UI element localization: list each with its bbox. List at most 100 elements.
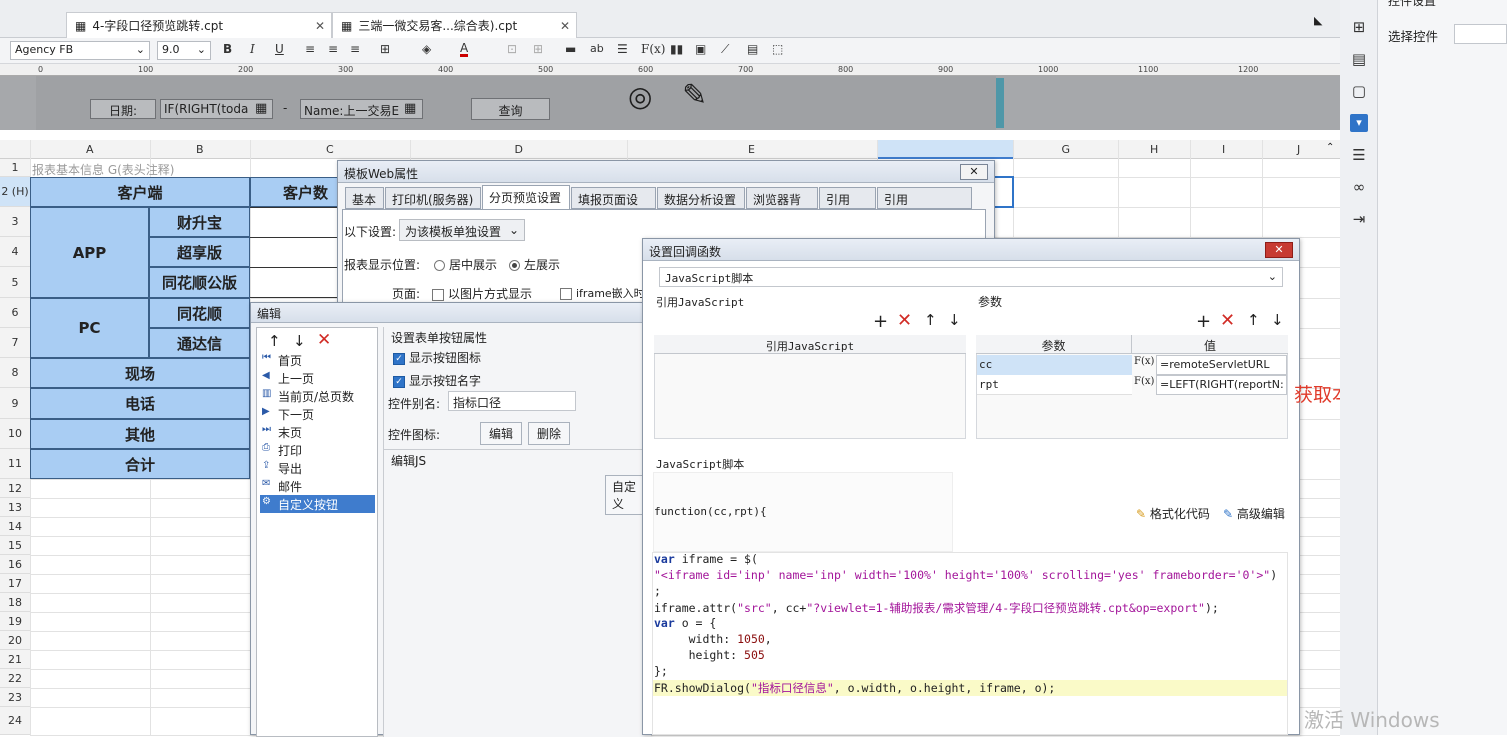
tab-7[interactable]: 引用JavaScript: [877, 187, 972, 222]
list-item[interactable]: ▥ 当前页/总页数: [260, 387, 375, 405]
row-label[interactable]: 5: [0, 267, 30, 298]
list-item[interactable]: ⏭ 末页: [260, 423, 375, 441]
delete-icon[interactable]: ✕: [897, 310, 912, 331]
close-button[interactable]: ✕: [1265, 242, 1293, 258]
tab-6[interactable]: 引用Css: [819, 187, 876, 222]
font-color-icon[interactable]: A: [460, 42, 469, 57]
widget-settings-icon[interactable]: ▤: [1350, 50, 1368, 68]
formula-icon[interactable]: F(x): [1134, 376, 1154, 387]
param-row-cc[interactable]: cc: [977, 355, 1132, 375]
bold-icon[interactable]: B: [223, 42, 232, 56]
pc-cell[interactable]: PC: [30, 298, 149, 358]
row-label[interactable]: 4: [0, 237, 30, 267]
hidden-eye-icon[interactable]: ◎: [628, 80, 652, 113]
row-label[interactable]: 24: [0, 707, 30, 735]
row-label[interactable]: 8: [0, 358, 30, 388]
move-down-icon[interactable]: ↓: [1271, 311, 1284, 329]
split-cell-icon[interactable]: ⊞: [533, 42, 543, 56]
row-label[interactable]: 14: [0, 517, 30, 536]
tab-menu-icon[interactable]: ◣: [1314, 14, 1322, 27]
row-total[interactable]: 合计: [30, 449, 250, 479]
paragraph-icon[interactable]: ☰: [617, 42, 628, 56]
row-onsite[interactable]: 现场: [30, 358, 250, 388]
show-icon-checkbox[interactable]: ✓ 显示按钮图标: [393, 349, 481, 366]
param-value-cc[interactable]: =remoteServletURL: [1156, 355, 1287, 375]
calendar-icon[interactable]: ▦: [255, 101, 267, 116]
row-label[interactable]: 17: [0, 574, 30, 593]
edit-icon-button[interactable]: 编辑: [480, 422, 523, 445]
row-label[interactable]: 19: [0, 612, 30, 631]
center-radio[interactable]: 居中展示: [434, 256, 497, 273]
align-center-icon[interactable]: ≡: [328, 42, 338, 56]
list-item[interactable]: ▶ 下一页: [260, 405, 375, 423]
fill-color-icon[interactable]: ◈: [422, 42, 431, 56]
tab-file-1[interactable]: ▦ 4-字段口径预览跳转.cpt ✕: [66, 12, 332, 38]
row-label[interactable]: 6: [0, 298, 30, 328]
condition-icon[interactable]: ☰: [1350, 146, 1368, 164]
calendar-icon[interactable]: ▦: [404, 101, 416, 116]
column-label[interactable]: C: [326, 143, 334, 156]
pc-item-1[interactable]: 同花顺: [149, 298, 250, 328]
column-label[interactable]: B: [196, 143, 204, 156]
row-label[interactable]: 20: [0, 631, 30, 650]
row-label[interactable]: 16: [0, 555, 30, 574]
selected-cell-f2[interactable]: [995, 176, 1014, 208]
close-button[interactable]: ✕: [960, 164, 988, 180]
list-item[interactable]: ⏮ 首页: [260, 351, 375, 369]
column-label[interactable]: A: [86, 143, 94, 156]
close-icon[interactable]: ✕: [560, 19, 570, 33]
row-label[interactable]: 3: [0, 207, 30, 237]
align-left-icon[interactable]: ≡: [305, 42, 315, 56]
row-label[interactable]: 9: [0, 388, 30, 419]
row-label[interactable]: 22: [0, 669, 30, 688]
cell-attribute-icon[interactable]: ⊞: [1350, 18, 1368, 36]
row-label[interactable]: 15: [0, 536, 30, 555]
delete-icon[interactable]: ✕: [1220, 310, 1235, 331]
list-item[interactable]: ⇪ 导出: [260, 459, 375, 477]
setting-select[interactable]: 为该模板单独设置 ⌄: [399, 219, 525, 241]
float-element-icon[interactable]: ⬚: [772, 42, 783, 56]
scroll-up-icon[interactable]: ⌃: [1326, 142, 1334, 153]
row-label[interactable]: 11: [0, 449, 30, 479]
row-other[interactable]: 其他: [30, 419, 250, 449]
frame-icon[interactable]: ▢: [1350, 82, 1368, 100]
app-cell[interactable]: APP: [30, 207, 149, 298]
text-icon[interactable]: ab: [590, 42, 604, 55]
column-label[interactable]: H: [1150, 143, 1158, 156]
list-item[interactable]: ✉ 邮件: [260, 477, 375, 495]
tab-3[interactable]: 填报页面设置: [571, 187, 656, 224]
move-up-icon[interactable]: ↑: [1247, 311, 1260, 329]
app-item-1[interactable]: 财升宝: [149, 207, 250, 237]
column-label[interactable]: G: [1062, 143, 1071, 156]
as-image-checkbox[interactable]: 以图片方式显示: [432, 285, 532, 302]
chart-icon[interactable]: ▮▮: [670, 42, 683, 56]
formula-icon[interactable]: F(x): [1134, 356, 1154, 367]
row-label[interactable]: 1: [0, 159, 30, 177]
subreport-icon[interactable]: ▤: [747, 42, 758, 56]
tab-2[interactable]: 分页预览设置: [482, 185, 570, 209]
move-up-icon[interactable]: ↑: [924, 311, 937, 329]
list-item[interactable]: ◀ 上一页: [260, 369, 375, 387]
font-family-select[interactable]: Agency FB ⌄: [10, 41, 150, 60]
italic-icon[interactable]: I: [250, 42, 255, 56]
import-icon[interactable]: ⇥: [1350, 210, 1368, 228]
list-item[interactable]: ⎙ 打印: [260, 441, 375, 459]
column-label[interactable]: E: [748, 143, 755, 156]
close-icon[interactable]: ✕: [315, 19, 325, 33]
tab-5[interactable]: 浏览器背景: [746, 187, 818, 224]
pc-item-2[interactable]: 通达信: [149, 328, 250, 358]
row-label[interactable]: 21: [0, 650, 30, 669]
column-label[interactable]: J: [1297, 143, 1300, 156]
font-size-select[interactable]: 9.0 ⌄: [157, 41, 211, 60]
add-icon[interactable]: +: [873, 311, 888, 332]
select-widget-input[interactable]: [1454, 24, 1507, 44]
list-item[interactable]: ⚙ 自定义按钮: [260, 495, 375, 513]
row-label[interactable]: 2 (H): [0, 177, 30, 207]
row-label[interactable]: 13: [0, 498, 30, 517]
row-label[interactable]: 12: [0, 479, 30, 498]
count-cells[interactable]: [250, 207, 340, 298]
move-up-icon[interactable]: ↑: [268, 332, 281, 350]
advanced-edit-button[interactable]: ✎ 高级编辑: [1223, 505, 1285, 522]
border-icon[interactable]: ⊞: [380, 42, 390, 56]
merge-cell-icon[interactable]: ⊡: [507, 42, 517, 56]
